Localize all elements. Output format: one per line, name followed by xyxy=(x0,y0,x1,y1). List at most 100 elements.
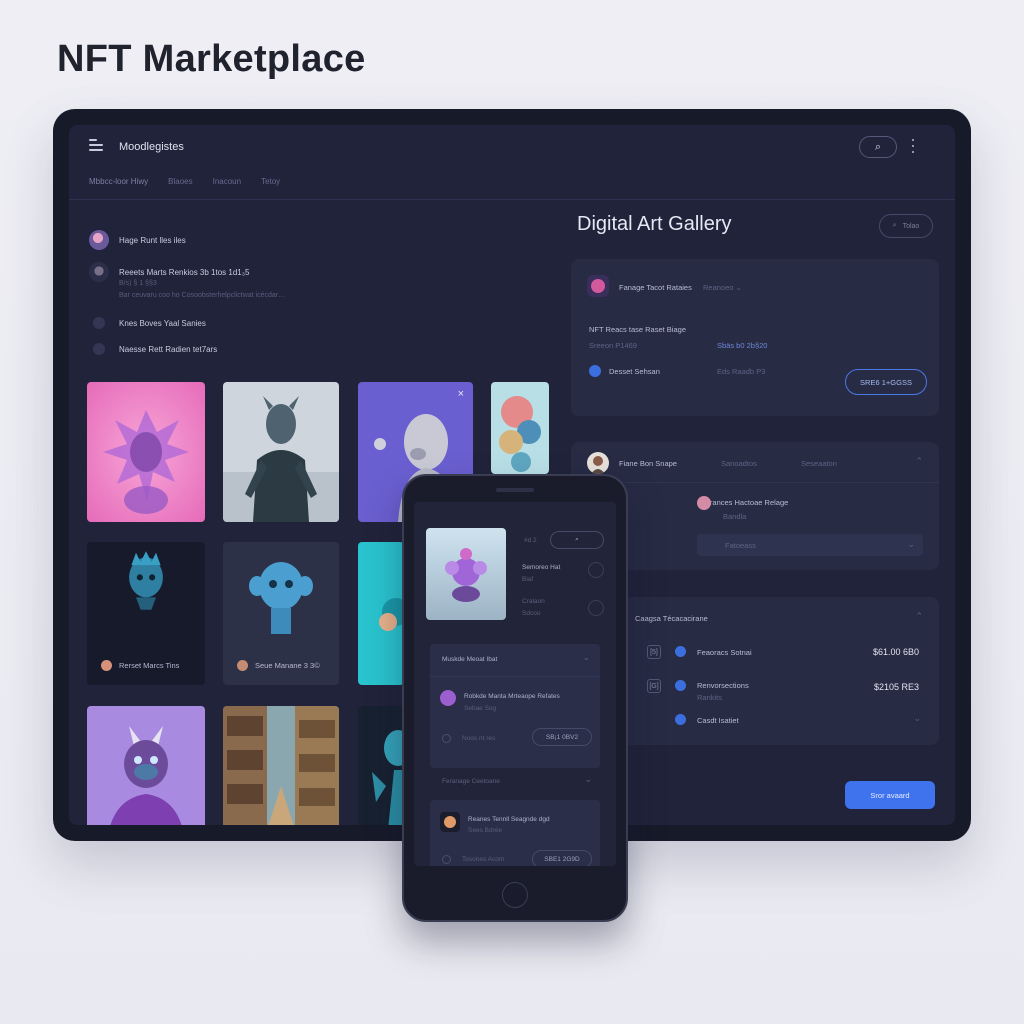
card-sub: Sebae Sog xyxy=(464,705,497,712)
transaction-label: Feaoracs Sotnai xyxy=(697,648,752,657)
nft-artwork xyxy=(223,542,339,652)
search-button[interactable]: ⌕ xyxy=(859,136,897,158)
avatar xyxy=(697,496,711,510)
option-radio[interactable] xyxy=(588,562,604,578)
nft-artwork xyxy=(426,528,506,620)
item-sub: Cralaon xyxy=(522,598,545,605)
activity-item[interactable]: Naesse Rett Radien tet7ars xyxy=(89,339,509,359)
entry-sub: Bandla xyxy=(723,512,747,521)
purchase-button[interactable]: SRE6 1+GGSS xyxy=(845,369,927,395)
card-left-label: Noos nt res xyxy=(462,735,496,742)
page-title: NFT Marketplace xyxy=(57,38,366,80)
close-icon[interactable]: × xyxy=(458,388,464,400)
gallery-search[interactable]: ⌕ Tolao xyxy=(879,214,933,238)
nft-artwork xyxy=(100,542,192,627)
transaction-label: Casdt Isatiet xyxy=(697,716,739,725)
nft-card[interactable] xyxy=(87,706,205,825)
nft-card[interactable] xyxy=(358,542,404,685)
panel-divider xyxy=(571,482,939,483)
nft-card[interactable]: Rerset Marcs Tins xyxy=(87,542,205,685)
nft-card[interactable] xyxy=(358,706,404,825)
chevron-down-icon[interactable]: ⌄ xyxy=(584,774,592,785)
owner-name: Fiane Bon Snape xyxy=(619,459,677,468)
chevron-down-icon[interactable]: ⌄ xyxy=(913,713,921,724)
tab-tetoy[interactable]: Tetoy xyxy=(261,177,280,186)
activity-text: Reeets Marts Renkios 3b 1tos 1d1₃5 xyxy=(119,267,250,277)
status-dot xyxy=(93,343,105,355)
activity-item[interactable]: Hage Runt lles iles xyxy=(89,230,509,250)
status-dot xyxy=(675,680,686,691)
transaction-sub: Rankits xyxy=(697,693,723,702)
activity-sub: Bar ceuvaru coo ho Cosoobsterhelpclictwa… xyxy=(119,292,286,299)
nft-artwork xyxy=(491,382,549,474)
avatar xyxy=(440,812,460,832)
activity-text: Knes Boves Yaal Sanies xyxy=(119,318,206,328)
avatar xyxy=(237,660,248,671)
item-sub: Sdcoo xyxy=(522,610,541,617)
nft-card[interactable] xyxy=(223,706,339,825)
nft-artwork xyxy=(87,382,205,522)
column-label: Sanoadtos xyxy=(721,459,757,468)
nft-card[interactable] xyxy=(491,382,549,474)
avatar xyxy=(587,275,609,297)
price-link[interactable]: Sbäs b0 2b§20 xyxy=(717,341,767,350)
card-label: Rerset Marcs Tins xyxy=(101,660,179,671)
item-name: Semoreo Hat xyxy=(522,564,561,571)
avatar xyxy=(587,452,609,474)
status-value: Eds Raadb P3 xyxy=(717,367,766,376)
chevron-up-icon[interactable]: ⌃ xyxy=(915,456,923,467)
item-title: NFT Reacs tase Raset Biage xyxy=(589,325,686,334)
panel-title: Caagsa Técacacirane xyxy=(635,614,708,623)
primary-action-button[interactable]: Sror avaard xyxy=(845,781,935,809)
nft-artwork xyxy=(87,706,205,825)
listing-card[interactable]: Reanes Tennll Seagnde dgd Sees Bdrée Tos… xyxy=(430,800,600,866)
price-pill[interactable]: SBE1 2G9D xyxy=(532,850,592,866)
option-radio[interactable] xyxy=(588,600,604,616)
search-icon: ⌕ xyxy=(892,222,897,229)
avatar xyxy=(440,690,456,706)
phone-speaker xyxy=(496,488,534,492)
avatar xyxy=(101,660,112,671)
tab-marketplace[interactable]: Mbbcc-loor Hiwy xyxy=(89,177,148,186)
search-placeholder: Tolao xyxy=(902,222,920,230)
section-divider-label: Feranage Ceetoane xyxy=(442,778,500,785)
document-icon: [G] xyxy=(647,679,661,693)
entry-select[interactable]: Fatoeass ⌄ xyxy=(697,534,923,556)
card-user: Reanes Tennll Seagnde dgd xyxy=(468,816,550,823)
activity-text: Naesse Rett Radien tet7ars xyxy=(119,344,218,354)
owner-dropdown[interactable]: Reanoeo ⌄ xyxy=(703,283,742,292)
activity-text: Hage Runt lles iles xyxy=(119,235,186,245)
status-dot xyxy=(589,365,601,377)
search-icon: ⌕ xyxy=(874,140,882,153)
nft-artwork xyxy=(358,542,404,685)
nft-card[interactable]: Seue Manane 3 3© xyxy=(223,542,339,685)
option-radio[interactable] xyxy=(442,855,451,864)
chevron-down-icon[interactable]: ⌄ xyxy=(582,652,590,663)
status-dot xyxy=(675,646,686,657)
nft-artwork xyxy=(358,706,404,825)
price-pill[interactable]: SB¡1 0BV2 xyxy=(532,728,592,746)
card-divider xyxy=(430,676,600,677)
tab-bar: Mbbcc-loor Hiwy Blaoes Inacoun Tetoy xyxy=(89,177,280,186)
nft-card[interactable] xyxy=(87,382,205,522)
activity-item[interactable]: Knes Boves Yaal Sanies xyxy=(89,313,509,333)
card-user: Robkde Manta Mrteaope Refates xyxy=(464,693,560,700)
option-radio[interactable] xyxy=(442,734,451,743)
transaction-price: $61.00 6B0 xyxy=(872,647,919,657)
owner-name: Fanage Tacot Rataies xyxy=(619,283,692,292)
chevron-up-icon[interactable]: ⌃ xyxy=(915,611,923,622)
listing-card[interactable]: Muskde Meoat Ibat ⌄ Robkde Manta Mrteaop… xyxy=(430,644,600,768)
tab-inacoun[interactable]: Inacoun xyxy=(213,177,241,186)
home-button[interactable] xyxy=(502,882,528,908)
tab-blaoes[interactable]: Blaoes xyxy=(168,177,192,186)
activity-item[interactable]: Reeets Marts Renkios 3b 1tos 1d1₃5 xyxy=(89,262,509,282)
more-options-icon[interactable] xyxy=(911,139,915,153)
card-label: Seue Manane 3 3© xyxy=(237,660,320,671)
nft-card[interactable] xyxy=(223,382,339,522)
hamburger-icon[interactable] xyxy=(89,139,103,153)
phone-search[interactable]: ⌕ xyxy=(550,531,604,549)
card-title: Muskde Meoat Ibat xyxy=(442,656,498,663)
phone-screen: #d 2 ⌕ Semoreo Hat Biaf Cralaon Sdcoo Mu… xyxy=(414,502,616,866)
transaction-label: Renvorsections xyxy=(697,681,749,690)
gallery-title: Digital Art Gallery xyxy=(577,213,732,235)
